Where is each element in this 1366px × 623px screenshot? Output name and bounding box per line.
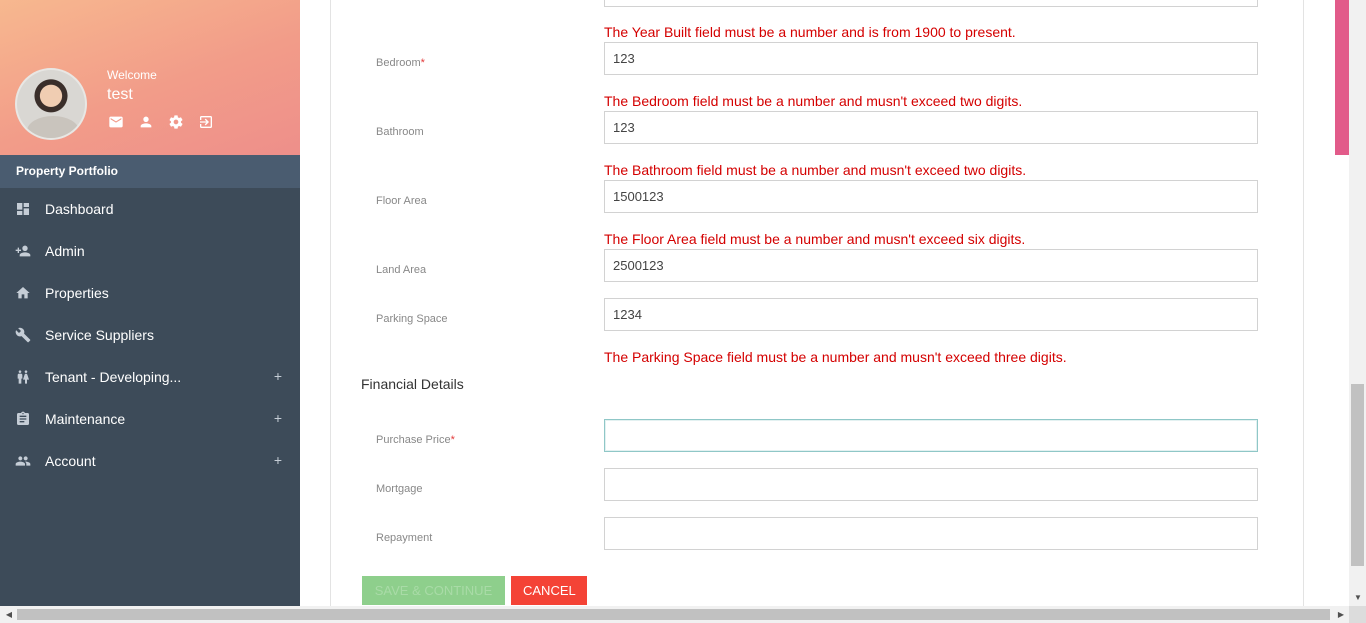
cancel-button[interactable]: CANCEL [511,576,587,605]
year-built-input-partial[interactable] [604,0,1258,7]
label-land-area: Land Area [376,264,427,276]
sidebar: Welcome test Property Portfolio Dashboar… [0,0,300,606]
sidebar-item-label: Admin [45,243,85,259]
label-bathroom: Bathroom [376,126,424,138]
inner-scrollbar-thumb[interactable] [1335,0,1349,155]
error-parking-space: The Parking Space field must be a number… [604,349,1067,365]
sidebar-item-label: Service Suppliers [45,327,154,343]
bedroom-input[interactable]: 123 [604,42,1258,75]
expand-icon[interactable]: + [274,368,282,384]
error-bathroom: The Bathroom field must be a number and … [604,162,1027,178]
scroll-left-arrow-icon[interactable]: ◀ [3,608,15,621]
label-parking-space: Parking Space [376,313,448,325]
sidebar-item-label: Properties [45,285,109,301]
label-floor-area: Floor Area [376,195,427,207]
horizontal-scrollbar-thumb[interactable] [17,609,1330,620]
sidebar-item-tenant[interactable]: Tenant - Developing... + [0,356,300,398]
home-icon [15,285,31,301]
sidebar-item-label: Account [45,453,96,469]
error-year-built: The Year Built field must be a number an… [604,24,1016,40]
dashboard-icon [15,201,31,217]
profile-icon[interactable] [138,114,154,130]
username: test [107,86,133,103]
purchase-price-input[interactable] [604,419,1258,452]
label-mortgage: Mortgage [376,483,423,495]
group-icon [15,453,31,469]
sidebar-item-label: Dashboard [45,201,114,217]
bathroom-input[interactable]: 123 [604,111,1258,144]
user-actions [108,114,214,130]
sidebar-profile-header: Welcome test [0,0,300,155]
label-purchase-price: Purchase Price* [376,434,455,446]
add-user-icon [15,243,31,259]
error-bedroom: The Bedroom field must be a number and m… [604,93,1023,109]
sidebar-item-maintenance[interactable]: Maintenance + [0,398,300,440]
welcome-text: Welcome [107,68,157,82]
financial-details-heading: Financial Details [361,376,464,392]
parking-space-input[interactable]: 1234 [604,298,1258,331]
mortgage-input[interactable] [604,468,1258,501]
land-area-input[interactable]: 2500123 [604,249,1258,282]
sidebar-item-service-suppliers[interactable]: Service Suppliers [0,314,300,356]
avatar[interactable] [15,68,87,140]
wrench-icon [15,327,31,343]
floor-area-input[interactable]: 1500123 [604,180,1258,213]
mail-icon[interactable] [108,114,124,130]
sidebar-nav: Dashboard Admin Properties Service Suppl… [0,188,300,482]
scroll-right-arrow-icon[interactable]: ▶ [1335,608,1347,621]
repayment-input[interactable] [604,517,1258,550]
sidebar-item-admin[interactable]: Admin [0,230,300,272]
save-and-continue-button[interactable]: SAVE & CONTINUE [362,576,505,605]
scrollbar-corner [1349,606,1366,623]
label-bedroom: Bedroom* [376,57,425,69]
sidebar-item-dashboard[interactable]: Dashboard [0,188,300,230]
expand-icon[interactable]: + [274,410,282,426]
scroll-down-arrow-icon[interactable]: ▼ [1352,592,1364,604]
sidebar-item-account[interactable]: Account + [0,440,300,482]
section-title-property-portfolio: Property Portfolio [0,155,300,188]
expand-icon[interactable]: + [274,452,282,468]
logout-icon[interactable] [198,114,214,130]
error-floor-area: The Floor Area field must be a number an… [604,231,1026,247]
sidebar-item-properties[interactable]: Properties [0,272,300,314]
label-repayment: Repayment [376,532,433,544]
vertical-scrollbar-thumb[interactable] [1351,384,1364,566]
clipboard-icon [15,411,31,427]
sidebar-item-label: Tenant - Developing... [45,369,182,385]
people-icon [15,369,31,385]
settings-icon[interactable] [168,114,184,130]
sidebar-item-label: Maintenance [45,411,126,427]
